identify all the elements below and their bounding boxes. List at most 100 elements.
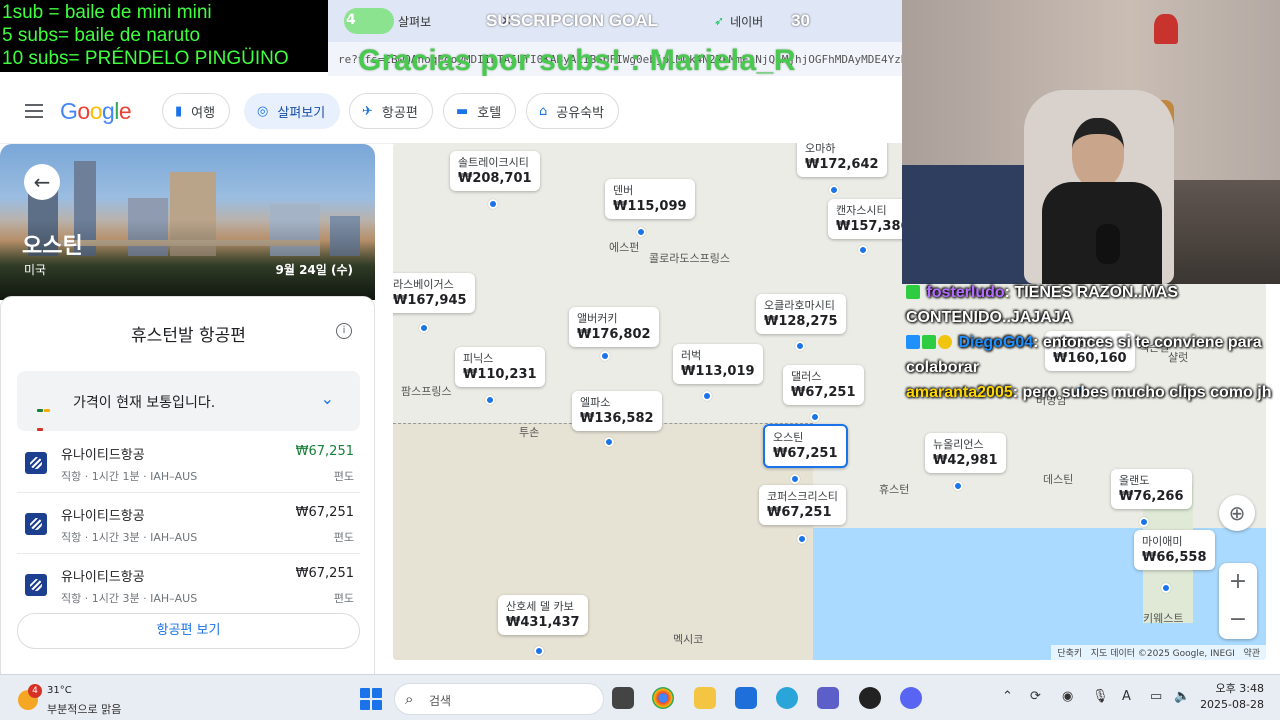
map-pin[interactable]: 앨버커키 ₩176,802 (569, 307, 659, 347)
chip-travel[interactable]: ▮ 여행 (162, 93, 231, 129)
zoom-in-button[interactable]: + (1219, 563, 1257, 601)
pin-city: 캔자스시티 (836, 204, 887, 217)
flight-row[interactable]: 유나이티드항공 직항 · 1시간 1분 · IAH–AUS ₩67,251 편도 (17, 432, 360, 493)
map-dot[interactable] (419, 323, 429, 333)
map-pin[interactable]: 솔트레이크시티 ₩208,701 (450, 151, 540, 191)
flights-card: 휴스턴발 항공편 i 가격이 현재 보통입니다. ⌄ 유나이티드항공 직항 · … (0, 296, 375, 686)
flight-row[interactable]: 유나이티드항공 직항 · 1시간 3분 · IAH–AUS ₩67,251 편도 (17, 493, 360, 554)
task-view-icon[interactable] (612, 687, 634, 709)
sync-icon[interactable]: ⟳ (1030, 689, 1041, 704)
map-dot[interactable] (485, 395, 495, 405)
map-dot[interactable] (953, 481, 963, 491)
chip-flights[interactable]: ✈ 항공편 (349, 93, 433, 129)
pin-price: ₩136,582 (580, 411, 654, 426)
map-pin[interactable]: 오마하 ₩172,642 (797, 143, 887, 177)
google-logo[interactable]: Google (60, 98, 132, 125)
map-dot[interactable] (810, 412, 820, 422)
map-dot[interactable] (1161, 583, 1171, 593)
chevron-up-icon[interactable]: ⌃ (1002, 689, 1013, 704)
display-icon[interactable]: ▭ (1150, 689, 1162, 704)
wall-decoration (1154, 14, 1178, 44)
pin-price: ₩66,558 (1142, 550, 1207, 565)
map-pin[interactable]: 피닉스 ₩110,231 (455, 347, 545, 387)
place-label: 휴스턴 (879, 483, 910, 496)
trip-type: 편도 (333, 592, 354, 605)
chip-label: 여행 (191, 105, 216, 121)
chip-vacation-rentals[interactable]: ⌂ 공유숙박 (526, 93, 620, 129)
map-dot[interactable] (858, 245, 868, 255)
discord-icon[interactable] (900, 687, 922, 709)
store-icon[interactable] (735, 687, 757, 709)
destination-date[interactable]: 9월 24일 (수) (276, 261, 354, 278)
united-logo-icon (25, 513, 47, 535)
pin-price: ₩76,266 (1119, 489, 1184, 504)
map-pin[interactable]: 댈러스 ₩67,251 (783, 365, 864, 405)
clock-date: 2025-08-28 (1200, 698, 1264, 711)
view-flights-button[interactable]: 항공편 보기 (17, 613, 360, 649)
pin-city: 엘파소 (580, 396, 611, 409)
shortcuts-link[interactable]: 단축키 (1057, 649, 1082, 659)
place-label: 데스틴 (1043, 473, 1074, 486)
taskbar-search[interactable]: ⌕ 검색 (394, 683, 604, 715)
flights-title: 휴스턴발 항공편 (131, 326, 246, 346)
obs-icon[interactable] (859, 687, 881, 709)
place-label: 팜스프링스 (401, 385, 452, 398)
map-dot[interactable] (702, 391, 712, 401)
weather-widget[interactable]: 4 31°C 부분적으로 맑음 (18, 682, 148, 716)
map-dot[interactable] (790, 474, 800, 484)
network-icon[interactable]: ◉ (1062, 689, 1073, 704)
recenter-button[interactable]: ⊕ (1219, 495, 1255, 531)
info-icon[interactable]: i (336, 323, 352, 339)
zoom-out-button[interactable]: − (1219, 601, 1257, 639)
map-pin[interactable]: 산호세 델 카보 ₩431,437 (498, 595, 588, 635)
chat-text: : pero subes mucho clips como jh (1012, 384, 1272, 401)
pin-price: ₩67,251 (773, 446, 838, 461)
file-explorer-icon[interactable] (694, 687, 716, 709)
pin-city: 러벅 (681, 349, 702, 362)
pin-price: ₩42,981 (933, 453, 998, 468)
map-pin[interactable]: 러벅 ₩113,019 (673, 344, 763, 384)
terms-link[interactable]: 약관 (1243, 649, 1260, 659)
windows-start-icon[interactable] (360, 688, 382, 710)
price-status: 가격이 현재 보통입니다. (73, 395, 216, 411)
map-pin[interactable]: 올랜도 ₩76,266 (1111, 469, 1192, 509)
map-pin[interactable]: 코퍼스크리스티 ₩67,251 (759, 485, 846, 525)
map-dot[interactable] (604, 437, 614, 447)
map-dot[interactable] (829, 185, 839, 195)
map-pin[interactable]: 라스베이거스 ₩167,945 (393, 273, 475, 313)
back-button[interactable]: ← (24, 164, 60, 200)
explore-icon: ◎ (257, 103, 269, 119)
chip-explore[interactable]: ◎ 살펴보기 (244, 93, 341, 129)
chrome-icon[interactable] (652, 687, 674, 709)
trip-type: 편도 (333, 531, 354, 544)
chip-hotels[interactable]: ▬ 호텔 (443, 93, 517, 129)
map-pin[interactable]: 오클라호마시티 ₩128,275 (756, 294, 846, 334)
map-data-text: 지도 데이터 ©2025 Google, INEGI (1090, 649, 1235, 659)
flight-row[interactable]: 유나이티드항공 직항 · 1시간 3분 · IAH–AUS ₩67,251 편도 (17, 554, 360, 615)
map-dot[interactable] (534, 646, 544, 656)
map-pin-selected[interactable]: 오스틴 ₩67,251 (763, 424, 848, 468)
pin-price: ₩172,642 (805, 157, 879, 172)
zoom-control: + − (1219, 563, 1257, 639)
taskbar-clock[interactable]: 오후 3:48 2025-08-28 (1200, 681, 1264, 713)
mic-icon[interactable]: 🎙 (1092, 689, 1109, 704)
map-dot[interactable] (795, 341, 805, 351)
map-dot[interactable] (600, 351, 610, 361)
map-dot[interactable] (1139, 517, 1149, 527)
map-pin[interactable]: 덴버 ₩115,099 (605, 179, 695, 219)
place-label: 에스펀 (609, 241, 640, 254)
price-insight[interactable]: 가격이 현재 보통입니다. ⌄ (17, 371, 360, 431)
menu-icon[interactable] (25, 104, 43, 118)
ime-icon[interactable]: A (1122, 689, 1131, 704)
pin-city: 피닉스 (463, 352, 494, 365)
map-pin[interactable]: 마이애미 ₩66,558 (1134, 530, 1215, 570)
map-dot[interactable] (797, 534, 807, 544)
pin-price: ₩115,099 (613, 199, 687, 214)
map-dot[interactable] (488, 199, 498, 209)
edge-icon[interactable] (776, 687, 798, 709)
teams-icon[interactable] (817, 687, 839, 709)
chat-message: amaranta2005: pero subes mucho clips com… (906, 380, 1280, 405)
map-pin[interactable]: 엘파소 ₩136,582 (572, 391, 662, 431)
volume-icon[interactable]: 🔈 (1174, 689, 1190, 704)
map-dot[interactable] (636, 227, 646, 237)
